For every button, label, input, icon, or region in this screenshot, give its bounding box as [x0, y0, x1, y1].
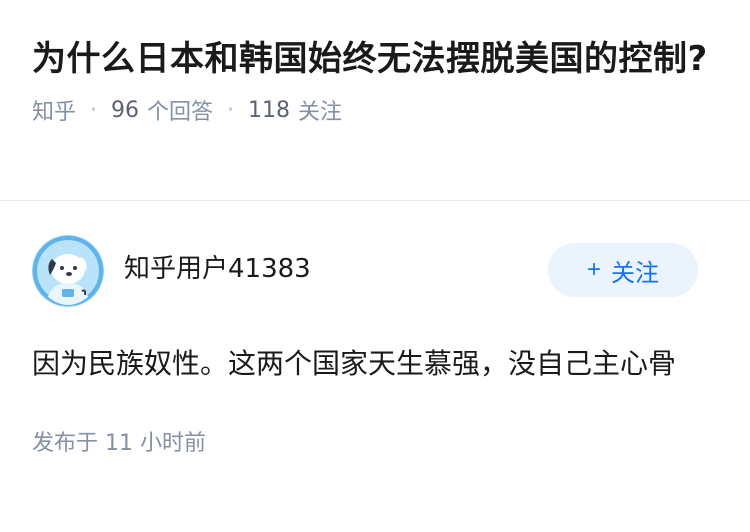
followers-count: 118 — [248, 97, 291, 123]
separator-dot: · — [227, 97, 235, 123]
question-meta: 知乎 · 96 个回答 · 118 关注 — [32, 94, 718, 126]
answers-label[interactable]: 个回答 — [147, 94, 213, 126]
author-name[interactable]: 知乎用户41383 — [124, 248, 311, 285]
source-label[interactable]: 知乎 — [32, 94, 76, 126]
question-title[interactable]: 为什么日本和韩国始终无法摆脱美国的控制? — [32, 34, 718, 84]
question-header: 为什么日本和韩国始终无法摆脱美国的控制? 知乎 · 96 个回答 · 118 关… — [0, 0, 750, 201]
astronaut-dog-avatar-icon — [32, 235, 104, 307]
answers-count: 96 — [111, 97, 140, 123]
publish-time: 发布于 11 小时前 — [32, 431, 206, 456]
avatar[interactable] — [32, 235, 104, 307]
follow-button[interactable]: + 关注 — [548, 243, 698, 297]
followers-label[interactable]: 关注 — [298, 94, 342, 126]
follow-button-label: 关注 — [611, 259, 659, 287]
separator-dot: · — [90, 97, 98, 123]
answer-card: 知乎用户41383 + 关注 因为民族奴性。这两个国家天生慕强，没自己主心骨 发… — [0, 201, 750, 457]
answer-content[interactable]: 因为民族奴性。这两个国家天生慕强，没自己主心骨 — [32, 341, 712, 387]
answer-page: 为什么日本和韩国始终无法摆脱美国的控制? 知乎 · 96 个回答 · 118 关… — [0, 0, 750, 532]
plus-icon: + — [586, 256, 601, 283]
author-row: 知乎用户41383 + 关注 — [32, 235, 718, 307]
